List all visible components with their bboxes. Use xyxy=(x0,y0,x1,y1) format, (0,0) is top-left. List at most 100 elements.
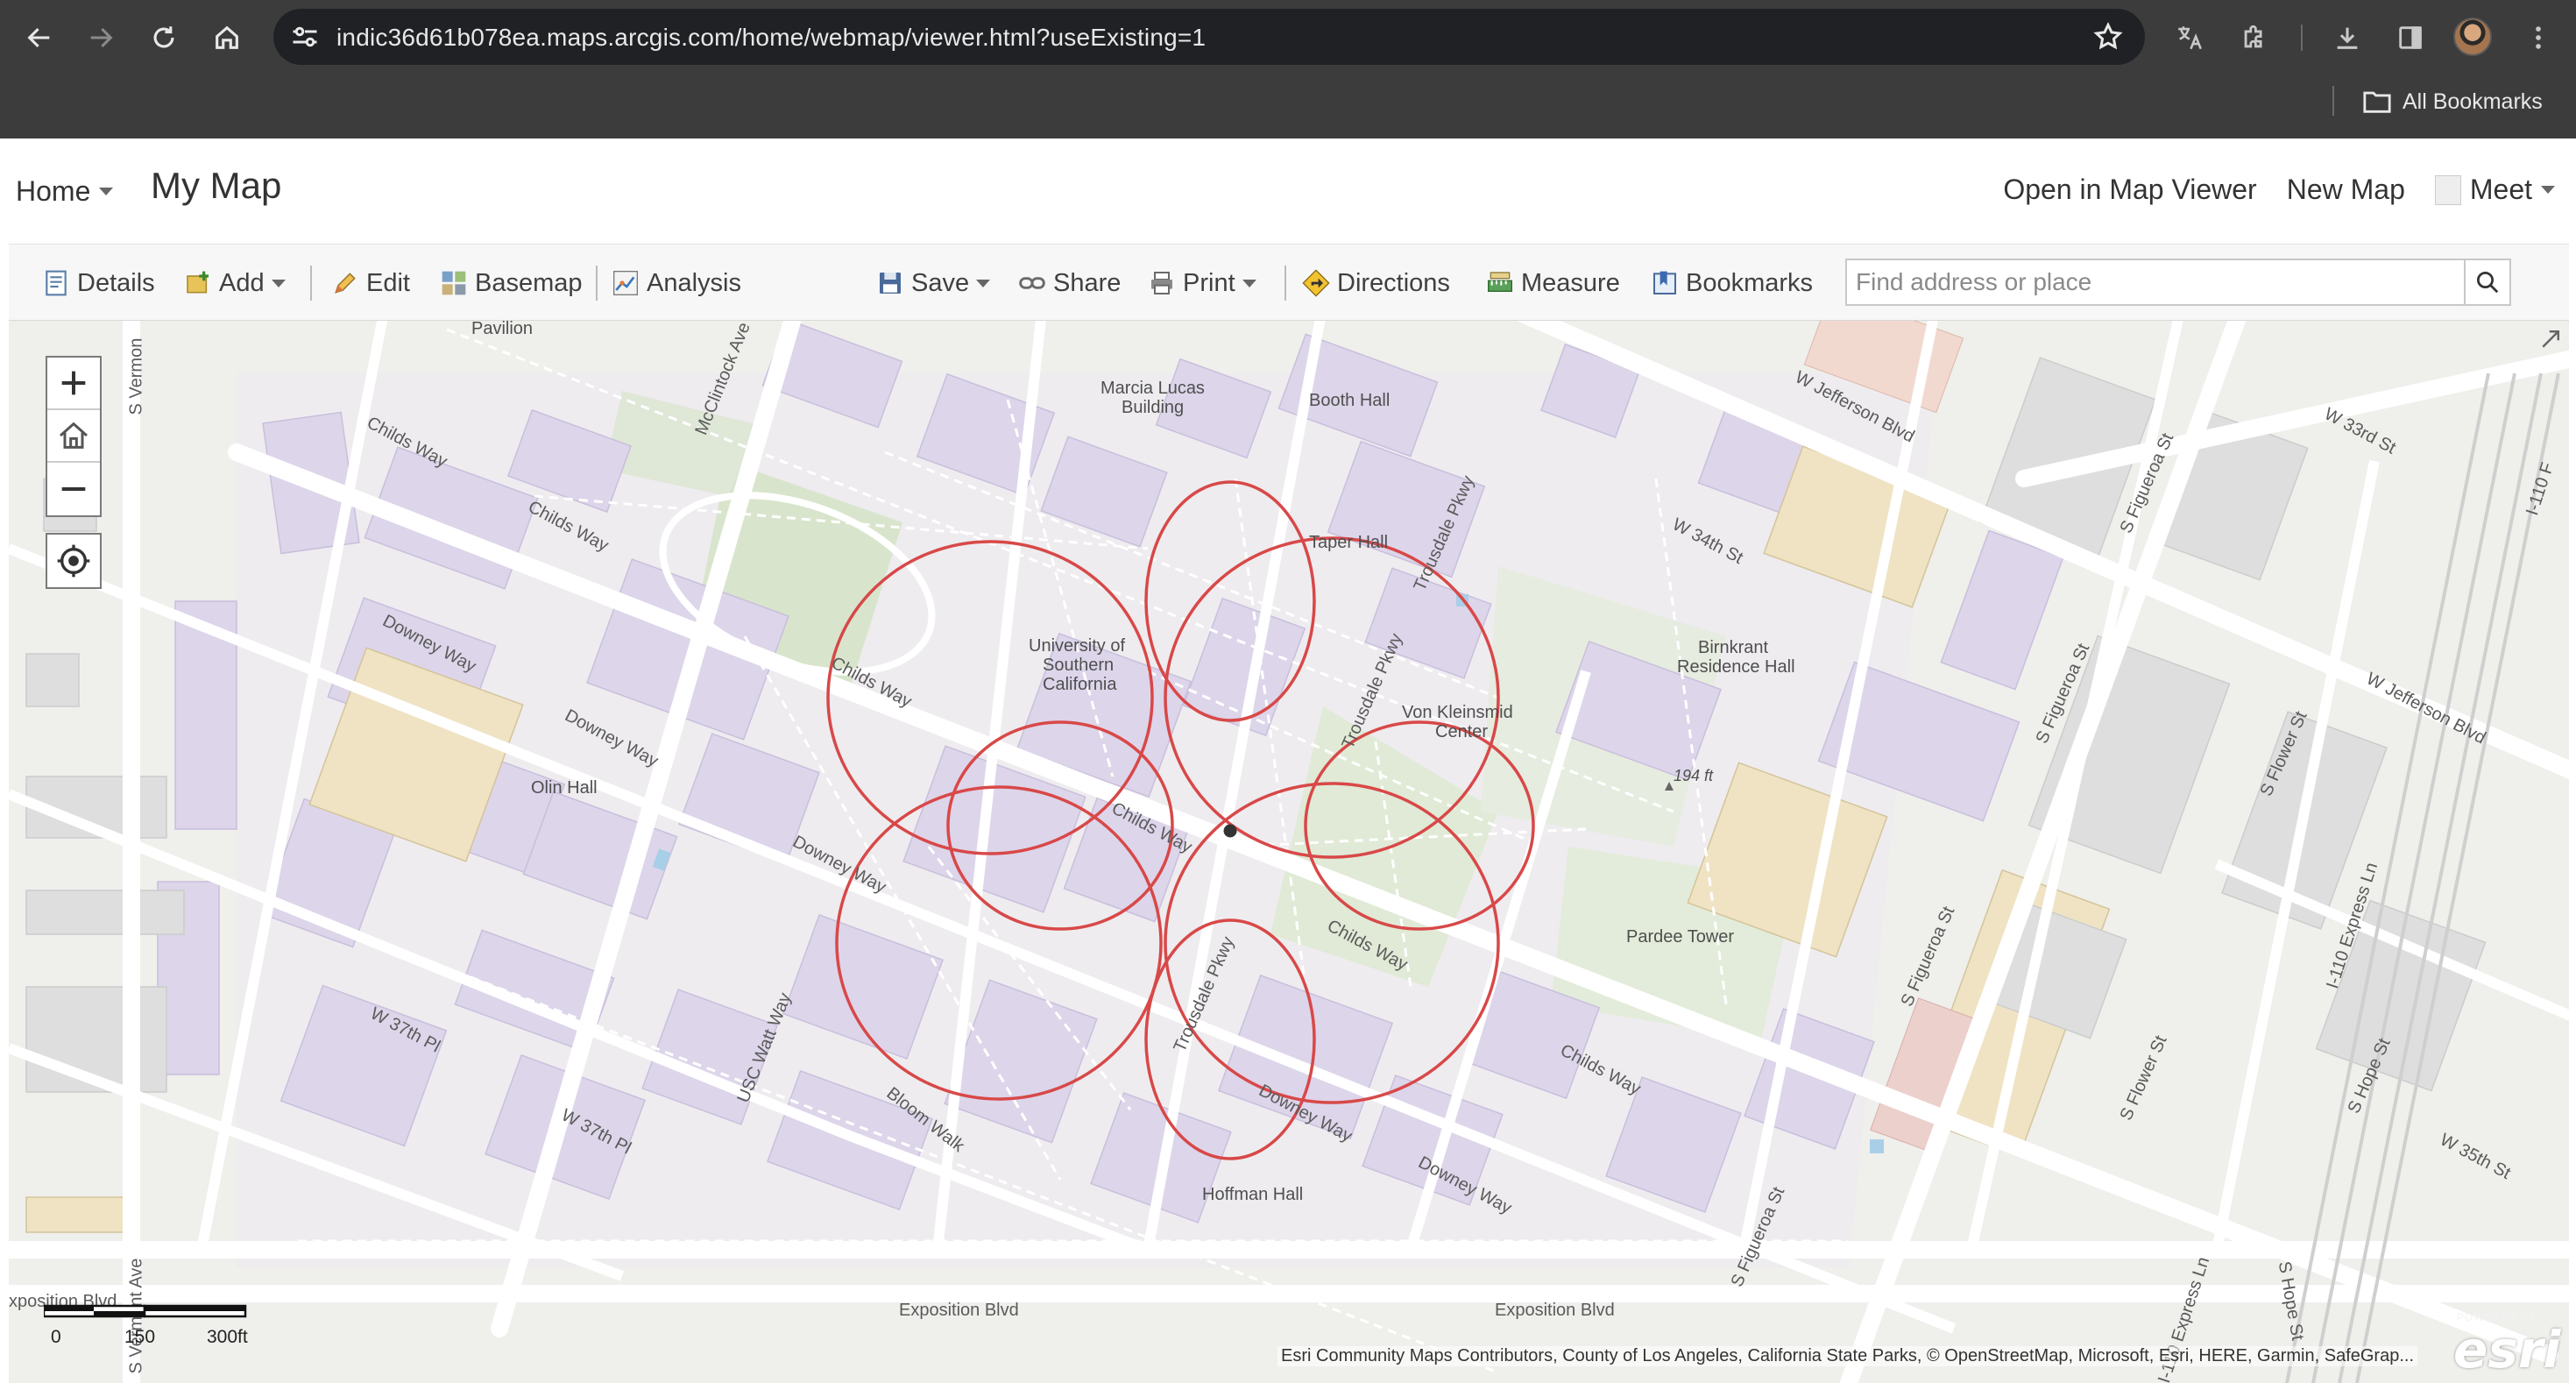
directions-label: Directions xyxy=(1337,268,1450,297)
expand-map-icon[interactable] xyxy=(2537,326,2564,352)
default-extent-button[interactable] xyxy=(47,410,100,463)
edit-label: Edit xyxy=(366,268,410,297)
measure-button[interactable]: Measure xyxy=(1486,266,1620,301)
add-label: Add xyxy=(219,268,265,297)
basemap-grid-icon xyxy=(442,271,466,295)
folder-icon xyxy=(2363,91,2391,113)
map-attribution[interactable]: Esri Community Maps Contributors, County… xyxy=(1277,1346,2418,1366)
back-button[interactable] xyxy=(18,16,61,60)
zoom-controls xyxy=(46,356,102,517)
street-label: Exposition Blvd xyxy=(1495,1301,1615,1320)
measure-label: Measure xyxy=(1521,268,1620,297)
bookmark-icon xyxy=(1653,271,1676,294)
save-button[interactable]: Save xyxy=(876,266,991,301)
place-label: Olin Hall xyxy=(531,778,598,798)
bookmarks-divider xyxy=(2332,86,2334,116)
puzzle-icon xyxy=(2244,25,2262,48)
scale-bar-graphic xyxy=(44,1304,247,1318)
site-settings-icon[interactable] xyxy=(289,21,321,53)
esri-logo[interactable]: POWERED BY esri xyxy=(2446,1308,2560,1379)
map-view[interactable]: Pavilion Marcia Lucas Building Booth Hal… xyxy=(9,321,2569,1383)
toolbar-divider xyxy=(596,266,598,301)
side-panel-button[interactable] xyxy=(2388,16,2432,60)
save-disk-icon xyxy=(880,273,901,294)
downloads-button[interactable] xyxy=(2325,16,2369,60)
new-map-link[interactable]: New Map xyxy=(2287,174,2405,206)
print-button[interactable]: Print xyxy=(1148,266,1256,301)
details-button[interactable]: Details xyxy=(42,266,155,301)
home-button[interactable] xyxy=(205,16,249,60)
zoom-out-button[interactable] xyxy=(47,463,100,515)
elevation-label: 194 ft xyxy=(1674,767,1714,784)
locate-button[interactable] xyxy=(47,535,100,587)
browser-chrome: indic36d61b078ea.maps.arcgis.com/home/we… xyxy=(0,0,2576,138)
details-label: Details xyxy=(77,268,155,297)
place-label: Hoffman Hall xyxy=(1202,1185,1304,1204)
add-layer-icon xyxy=(187,271,209,294)
home-icon xyxy=(60,422,88,449)
printer-icon xyxy=(1151,272,1172,294)
bookmark-star-icon[interactable] xyxy=(2092,21,2124,53)
add-button[interactable]: Add xyxy=(184,266,286,301)
profile-avatar[interactable] xyxy=(2453,18,2492,56)
browser-menu-button[interactable] xyxy=(2516,16,2560,60)
save-label: Save xyxy=(911,268,970,297)
details-icon xyxy=(46,270,67,296)
print-label: Print xyxy=(1183,268,1235,297)
bookmarks-button[interactable]: Bookmarks xyxy=(1651,266,1813,301)
share-link-icon xyxy=(1019,277,1045,289)
chevron-down-icon xyxy=(2541,186,2555,194)
edit-button[interactable]: Edit xyxy=(331,266,410,301)
directions-button[interactable]: Directions xyxy=(1302,266,1450,301)
open-in-map-viewer-link[interactable]: Open in Map Viewer xyxy=(2003,174,2256,206)
toolbar-divider xyxy=(2301,25,2303,51)
street-label: S Vermon xyxy=(126,337,146,415)
plus-icon xyxy=(61,371,86,395)
all-bookmarks-button[interactable]: All Bookmarks xyxy=(2362,84,2543,119)
crosshair-icon xyxy=(57,544,90,578)
find-address-input[interactable] xyxy=(1847,260,2460,304)
url-text[interactable]: indic36d61b078ea.maps.arcgis.com/home/we… xyxy=(336,24,1206,52)
user-menu[interactable]: Meet xyxy=(2434,174,2555,206)
analysis-button[interactable]: Analysis xyxy=(612,266,741,301)
place-label: California xyxy=(1043,675,1117,694)
place-label: Taper Hall xyxy=(1309,533,1389,552)
chevron-down-icon xyxy=(99,188,114,195)
forward-button[interactable] xyxy=(79,16,123,60)
place-label: Building xyxy=(1122,398,1185,417)
extensions-button[interactable] xyxy=(2233,16,2276,60)
forward-arrow-icon xyxy=(90,27,113,48)
place-label: Marcia Lucas xyxy=(1100,379,1205,398)
measure-ruler-icon xyxy=(1488,272,1512,292)
place-label: Birnkrant xyxy=(1698,638,1769,657)
toolbar-divider xyxy=(310,266,312,301)
zoom-in-button[interactable] xyxy=(47,358,100,410)
translate-extension-button[interactable] xyxy=(2168,16,2212,60)
header-actions: Open in Map Viewer New Map Meet xyxy=(2003,174,2555,206)
reload-button[interactable] xyxy=(142,16,186,60)
search-submit-button[interactable] xyxy=(2464,260,2509,304)
scale-label-end: 300ft xyxy=(207,1327,248,1347)
locate-control xyxy=(46,533,102,589)
place-label: Pardee Tower xyxy=(1626,927,1735,947)
scale-label-mid: 150 xyxy=(124,1327,156,1347)
place-label: Von Kleinsmid xyxy=(1402,703,1513,722)
analysis-icon xyxy=(613,271,638,295)
side-panel-icon xyxy=(2399,26,2422,49)
bookmarks-label: Bookmarks xyxy=(1686,268,1814,297)
find-address-search[interactable] xyxy=(1845,259,2511,306)
place-label: Booth Hall xyxy=(1309,391,1391,410)
map-title: My Map xyxy=(151,165,282,206)
map-toolbar: Details Add Edit Basemap Analysis Save S… xyxy=(9,244,2569,321)
share-label: Share xyxy=(1053,268,1122,297)
location-point[interactable] xyxy=(1223,824,1237,838)
place-label: Residence Hall xyxy=(1677,657,1795,677)
home-menu[interactable]: Home xyxy=(16,175,114,208)
basemap-button[interactable]: Basemap xyxy=(440,266,583,301)
share-button[interactable]: Share xyxy=(1018,266,1121,301)
toolbar-divider xyxy=(1284,266,1286,301)
address-bar[interactable]: indic36d61b078ea.maps.arcgis.com/home/we… xyxy=(273,9,2145,65)
pencil-icon xyxy=(335,273,356,294)
directions-sign-icon xyxy=(1302,269,1330,297)
minus-icon xyxy=(61,487,86,491)
